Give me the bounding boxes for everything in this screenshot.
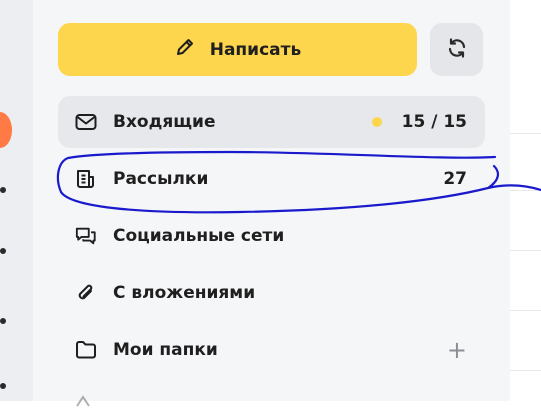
refresh-icon [445,36,469,63]
divider [510,133,541,134]
refresh-button[interactable] [430,23,483,76]
rail-dot [0,248,6,254]
divider [510,310,541,311]
message-list-edge [510,0,541,401]
folder-social[interactable]: Социальные сети [58,210,485,262]
pencil-icon [174,36,196,63]
folder-attachments[interactable]: С вложениями [58,267,485,319]
folder-inbox[interactable]: Входящие 15 / 15 [58,96,485,148]
next-folder-icon [75,392,95,407]
folder-my-folders[interactable]: Мои папки + [58,324,485,376]
divider [510,370,541,371]
compose-label: Написать [209,39,302,60]
compose-button[interactable]: Написать [58,23,417,76]
add-folder-button[interactable]: + [447,338,467,362]
user-avatar[interactable] [0,112,12,148]
rail-dot [0,383,6,389]
envelope-icon [75,111,97,133]
chat-bubbles-icon [75,225,97,247]
folder-counter: 15 / 15 [401,112,467,132]
folder-icon [75,339,97,361]
folder-label: Входящие [113,112,216,132]
folder-label: С вложениями [113,283,256,303]
divider [510,250,541,251]
divider [510,190,541,191]
rail-dot [0,318,6,324]
paperclip-icon [75,282,97,304]
unread-indicator [371,117,382,127]
left-rail [0,0,33,401]
folder-counter: 27 [443,169,467,189]
rail-dot [0,187,6,193]
newsletter-icon [75,168,97,190]
folder-newsletters[interactable]: Рассылки 27 [58,153,485,205]
folder-label: Мои папки [113,340,218,360]
folder-label: Социальные сети [113,226,285,246]
folder-label: Рассылки [113,169,209,189]
